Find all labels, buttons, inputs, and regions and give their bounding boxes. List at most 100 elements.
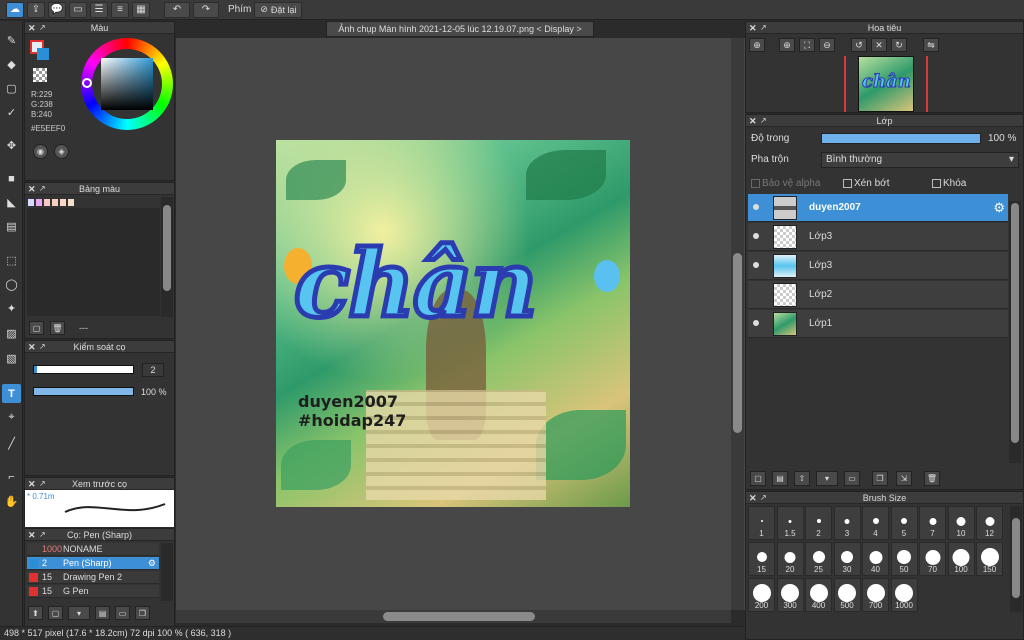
new-palette-icon[interactable]: ▢ <box>29 321 44 335</box>
brush-tool-icon[interactable]: ✎ <box>2 31 21 50</box>
popout-icon[interactable]: ↗ <box>39 183 46 195</box>
transparent-color-swatch[interactable] <box>33 68 47 82</box>
rotate-right-icon[interactable]: ↻ <box>891 38 907 52</box>
folder-icon[interactable]: ▭ <box>844 471 860 486</box>
brush-size-option[interactable]: 4 <box>862 506 889 540</box>
brush-size-option[interactable]: 500 <box>833 578 861 612</box>
visibility-icon[interactable] <box>753 262 759 268</box>
export-icon[interactable]: ⇪ <box>27 1 45 18</box>
duplicate-layer-icon[interactable]: ❐ <box>872 471 888 486</box>
palette-swatch[interactable] <box>36 199 42 206</box>
select-eraser-tool-icon[interactable]: ▧ <box>2 349 21 368</box>
gear-icon[interactable]: ⚙ <box>148 557 156 570</box>
folder-icon[interactable]: ▭ <box>115 606 130 620</box>
navigator-thumbnail[interactable]: chân <box>858 56 914 112</box>
add-brush-icon[interactable]: ⬆ <box>28 606 43 620</box>
visibility-icon[interactable] <box>753 291 759 297</box>
brush-size-option[interactable]: 400 <box>805 578 832 612</box>
brush-size-value[interactable]: 2 <box>142 363 164 377</box>
brush-size-slider[interactable] <box>33 365 134 374</box>
text-tool-icon[interactable]: T <box>2 384 21 403</box>
lock-checkbox[interactable]: Khóa <box>932 178 966 189</box>
operation-tool-icon[interactable]: ⌖ <box>2 408 21 427</box>
eraser-tool-icon[interactable]: ◆ <box>2 55 21 74</box>
zoom-out-icon[interactable]: ⊖ <box>819 38 835 52</box>
layer-row[interactable]: Lớp3 <box>748 223 1008 251</box>
brush-size-option[interactable]: 1 <box>748 506 775 540</box>
palette-scrollbar[interactable] <box>161 197 173 317</box>
brush-list-scrollbar[interactable] <box>161 543 173 601</box>
canvas-area[interactable]: chân duyen2007 #hoidap247 <box>176 38 745 610</box>
reset-view-icon[interactable]: ✕ <box>871 38 887 52</box>
select-rect-tool-icon[interactable]: ⬚ <box>2 251 21 270</box>
brush-size-option[interactable]: 70 <box>919 542 946 576</box>
brush-opacity-slider[interactable] <box>33 387 134 396</box>
rotate-left-icon[interactable]: ↺ <box>851 38 867 52</box>
hand-tool-icon[interactable]: ✋ <box>2 492 21 511</box>
brush-size-option[interactable]: 40 <box>862 542 889 576</box>
eyedropper-tool-icon[interactable]: ⌐ <box>2 467 21 486</box>
close-icon[interactable]: ✕ <box>28 22 36 34</box>
new-brush-icon[interactable]: ▢ <box>48 606 63 620</box>
brush-size-option[interactable]: 15 <box>748 542 775 576</box>
close-icon[interactable]: ✕ <box>749 492 757 504</box>
brush-size-option[interactable]: 7 <box>919 506 946 540</box>
close-icon[interactable]: ✕ <box>28 478 36 490</box>
hue-handle[interactable] <box>82 78 92 88</box>
brush-size-option[interactable]: 10 <box>947 506 975 540</box>
layer-row[interactable]: Lớp1 <box>748 310 1008 338</box>
brush-list-item[interactable]: 1000NONAME <box>27 543 159 556</box>
zoom-fit-icon[interactable]: ⊕ <box>749 38 765 52</box>
document-icon[interactable]: ☰ <box>90 1 108 18</box>
close-icon[interactable]: ✕ <box>749 115 757 127</box>
fill-rect-tool-icon[interactable]: ■ <box>2 169 21 188</box>
brush-size-option[interactable]: 300 <box>776 578 804 612</box>
brush-size-option[interactable]: 3 <box>833 506 861 540</box>
brush-settings-icon[interactable]: ▤ <box>95 606 110 620</box>
grid-icon[interactable]: ▦ <box>132 1 150 18</box>
bucket-tool-icon[interactable]: ◣ <box>2 193 21 212</box>
close-icon[interactable]: ✕ <box>749 22 757 34</box>
duplicate-icon[interactable]: ❐ <box>135 606 150 620</box>
trash-icon[interactable]: 🗑 <box>50 321 65 335</box>
layer-opacity-slider[interactable] <box>821 133 981 144</box>
document-tab[interactable]: Ảnh chụp Màn hình 2021-12-05 lúc 12.19.0… <box>326 21 594 37</box>
merge-layer-icon[interactable]: ⇲ <box>896 471 912 486</box>
popout-icon[interactable]: ↗ <box>760 492 767 504</box>
palette-swatch[interactable] <box>68 199 74 206</box>
clipping-checkbox[interactable]: Xén bớt <box>843 178 889 189</box>
brush-size-option[interactable]: 5 <box>890 506 918 540</box>
new-layer-icon[interactable]: ▢ <box>750 471 766 486</box>
palette-swatch[interactable] <box>44 199 50 206</box>
rectangle-tool-icon[interactable]: ▢ <box>2 79 21 98</box>
layer-row[interactable]: duyen2007 ⚙ <box>748 194 1008 222</box>
layer-up-icon[interactable]: ⇧ <box>794 471 810 486</box>
brush-size-option[interactable]: 100 <box>947 542 975 576</box>
blend-mode-select[interactable]: Bình thường ▾ <box>821 152 1019 168</box>
message-icon[interactable]: ▭ <box>69 1 87 18</box>
brush-size-option[interactable]: 30 <box>833 542 861 576</box>
layer-row[interactable]: Lớp2 <box>748 281 1008 309</box>
popout-icon[interactable]: ↗ <box>39 529 46 541</box>
move-tool-icon[interactable]: ✥ <box>2 136 21 155</box>
chat-icon[interactable]: 💬 <box>48 1 66 18</box>
brush-size-option[interactable]: 12 <box>976 506 1003 540</box>
close-icon[interactable]: ✕ <box>28 529 36 541</box>
cloud-icon[interactable]: ☁ <box>6 1 24 18</box>
brush-list-item[interactable]: 15 G Pen <box>27 585 159 598</box>
saturation-value-square[interactable] <box>101 58 153 110</box>
close-icon[interactable]: ✕ <box>28 183 36 195</box>
popout-icon[interactable]: ↗ <box>760 22 767 34</box>
trash-icon[interactable]: 🗑 <box>924 471 940 486</box>
popout-icon[interactable]: ↗ <box>39 22 46 34</box>
brush-size-option[interactable]: 2 <box>805 506 832 540</box>
brush-size-option[interactable]: 50 <box>890 542 918 576</box>
brush-size-option[interactable]: 150 <box>976 542 1003 576</box>
layer-row[interactable]: Lớp3 <box>748 252 1008 280</box>
select-pen-tool-icon[interactable]: ▨ <box>2 324 21 343</box>
layer-scrollbar[interactable] <box>1009 201 1021 463</box>
palette-icon[interactable]: ◉ <box>33 144 48 159</box>
brush-size-option[interactable]: 700 <box>862 578 889 612</box>
lasso-tool-icon[interactable]: ◯ <box>2 275 21 294</box>
brush-list-item[interactable]: 15 Drawing Pen 2 <box>27 571 159 584</box>
